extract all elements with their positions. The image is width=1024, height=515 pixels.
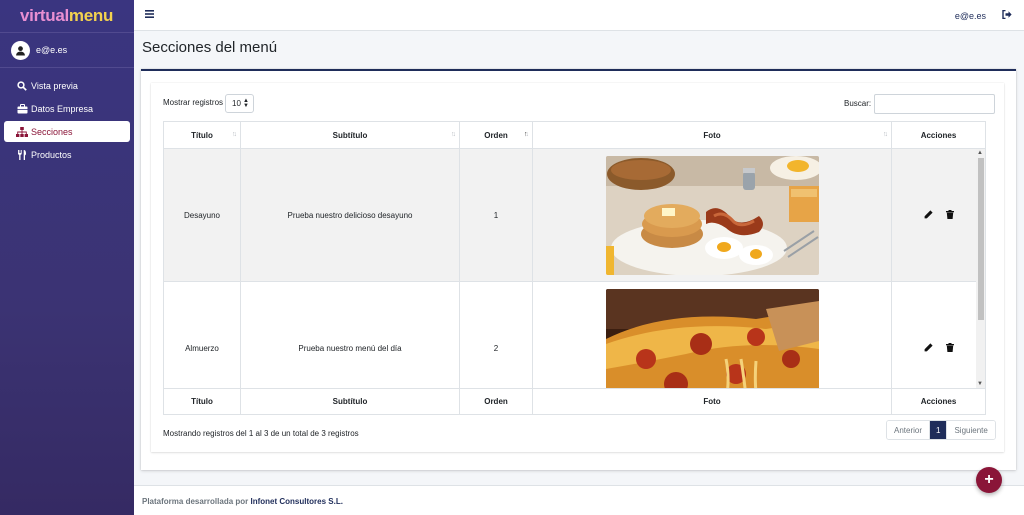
sidebar-item-secciones[interactable]: Secciones (4, 121, 130, 142)
table-footer-row: Título Subtítulo Orden Foto Acciones (164, 388, 985, 414)
pagination-page-current[interactable]: 1 (930, 421, 948, 439)
briefcase-icon (16, 103, 28, 114)
scroll-down-icon[interactable]: ▼ (977, 381, 983, 387)
column-header-label: Subtítulo (332, 130, 368, 140)
cell-orden: 2 (460, 282, 533, 388)
length-label: Mostrar registros (163, 98, 224, 107)
cell-titulo: Almuerzo (164, 282, 241, 388)
column-header-orden[interactable]: Orden ↑↓ (460, 122, 533, 148)
search-icon (16, 80, 28, 91)
page-footer: Plataforma desarrollada por Infonet Cons… (134, 485, 1024, 515)
user-email: e@e.es (36, 45, 68, 55)
cell-acciones (892, 282, 985, 388)
length-select[interactable]: 10 ▲ ▼ (225, 94, 254, 113)
cell-foto (533, 282, 892, 388)
footer-orden: Orden (460, 389, 533, 414)
datatable-wrapper: Mostrar registros 10 ▲ ▼ Buscar: Título ↑↓… (151, 83, 1004, 452)
table-header-row: Título ↑↓ Subtítulo ↑↓ Orden ↑↓ Foto ↑↓ Acci… (164, 122, 985, 149)
footer-prefix: Plataforma desarrollada por (142, 497, 249, 506)
footer-company-link[interactable]: Infonet Consultores S.L. (251, 497, 343, 506)
footer-titulo: Título (164, 389, 241, 414)
column-header-label: Foto (703, 130, 721, 140)
footer-foto: Foto (533, 389, 892, 414)
add-section-button[interactable]: + (976, 467, 1002, 493)
edit-pencil-icon[interactable] (924, 342, 933, 354)
cell-titulo: Desayuno (164, 149, 241, 281)
column-header-foto[interactable]: Foto ↑↓ (533, 122, 892, 148)
sidebar-item-datos-empresa[interactable]: Datos Empresa (4, 98, 130, 119)
sort-icon: ↑↓ (232, 131, 237, 138)
menu-toggle-icon[interactable] (145, 10, 154, 20)
column-header-label: Acciones (920, 130, 957, 140)
top-navbar: e@e.es (134, 0, 1024, 31)
pizza-photo (605, 288, 819, 388)
sort-icon: ↑↓ (451, 131, 456, 138)
column-header-titulo[interactable]: Título ↑↓ (164, 122, 241, 148)
length-value: 10 (232, 99, 241, 108)
page-title: Secciones del menú (142, 39, 278, 56)
column-header-subtitulo[interactable]: Subtítulo ↑↓ (241, 122, 460, 148)
cell-subtitulo: Prueba nuestro delicioso desayuno (241, 149, 460, 281)
breakfast-photo (605, 155, 819, 275)
footer-subtitulo: Subtítulo (241, 389, 460, 414)
pagination-previous[interactable]: Anterior (887, 421, 931, 439)
logout-icon[interactable] (1002, 9, 1012, 21)
column-header-label: Título (191, 130, 213, 140)
table-row: Almuerzo Prueba nuestro menú del día 2 (164, 282, 985, 388)
pagination-next[interactable]: Siguiente (947, 421, 995, 439)
cell-orden: 1 (460, 149, 533, 281)
cell-foto (533, 149, 892, 281)
scrollbar-thumb[interactable] (978, 158, 984, 320)
table-scrollbar[interactable]: ▲ ▼ (976, 149, 985, 388)
table-row: Desayuno Prueba nuestro delicioso desayu… (164, 149, 985, 282)
brand-part-2: menu (68, 6, 114, 25)
brand-part-1: virtual (20, 6, 69, 25)
pagination: Anterior 1 Siguiente (886, 420, 996, 440)
search-input[interactable] (874, 94, 995, 114)
delete-trash-icon[interactable] (945, 209, 954, 221)
edit-pencil-icon[interactable] (924, 209, 933, 221)
brand-logo[interactable]: virtual menu (0, 0, 134, 32)
sidebar-nav: Vista previa Datos Empresa Secciones Pro… (0, 68, 134, 165)
sort-icon: ↑↓ (883, 131, 888, 138)
sidebar-item-label: Secciones (31, 126, 73, 137)
sidebar-item-label: Vista previa (31, 80, 78, 91)
table-info: Mostrando registros del 1 al 3 de un tot… (163, 429, 359, 438)
plus-icon: + (984, 471, 994, 488)
sidebar: virtual menu e@e.es Vista previa Datos Em… (0, 0, 134, 515)
sort-ascending-icon: ↑↓ (524, 131, 529, 138)
user-avatar-icon (11, 40, 30, 60)
table-body-scroll[interactable]: Desayuno Prueba nuestro delicioso desayu… (164, 149, 985, 388)
sidebar-item-label: Datos Empresa (31, 103, 94, 114)
footer-text: Plataforma desarrollada por Infonet Cons… (142, 497, 343, 506)
sections-table: Título ↑↓ Subtítulo ↑↓ Orden ↑↓ Foto ↑↓ Acci… (163, 121, 986, 415)
column-header-label: Orden (484, 130, 508, 140)
scroll-up-icon[interactable]: ▲ (977, 150, 983, 156)
main-card: Mostrar registros 10 ▲ ▼ Buscar: Título ↑↓… (141, 69, 1016, 470)
select-arrows-icon: ▲ ▼ (243, 98, 249, 109)
sidebar-item-productos[interactable]: Productos (4, 144, 130, 165)
user-panel[interactable]: e@e.es (0, 32, 134, 68)
sidebar-item-vista-previa[interactable]: Vista previa (4, 75, 130, 96)
cell-subtitulo: Prueba nuestro menú del día (241, 282, 460, 388)
utensils-icon (16, 149, 28, 160)
delete-trash-icon[interactable] (945, 342, 954, 354)
footer-acciones: Acciones (920, 397, 957, 406)
column-header-acciones[interactable]: Acciones (892, 122, 985, 148)
search-label: Buscar: (844, 99, 872, 108)
cell-acciones (892, 149, 985, 281)
sitemap-icon (16, 126, 28, 137)
top-user-email[interactable]: e@e.es (955, 11, 986, 21)
sidebar-item-label: Productos (31, 149, 72, 160)
